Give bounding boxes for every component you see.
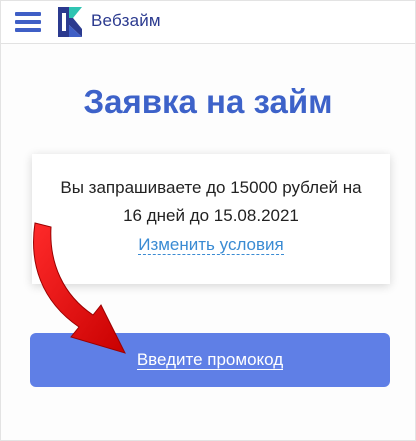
change-conditions-wrapper: Изменить условия	[32, 235, 390, 255]
page-title: Заявка на займ	[83, 83, 333, 120]
change-conditions-link[interactable]: Изменить условия	[138, 235, 284, 255]
page: Вебзайм Заявка на займ Вы запрашиваете д…	[0, 0, 416, 441]
loan-summary-line1: Вы запрашиваете до 15000 рублей на	[60, 178, 362, 197]
header-bar: Вебзайм	[1, 1, 415, 44]
logo-text-part2: займ	[121, 11, 161, 30]
enter-promo-code-button[interactable]: Введите промокод	[30, 333, 390, 387]
webzaim-logo-icon[interactable]	[55, 5, 85, 39]
logo-text-part1: Веб	[91, 11, 122, 30]
loan-summary-line2: 16 дней до 15.08.2021	[123, 206, 299, 225]
hamburger-menu-icon[interactable]	[15, 12, 41, 32]
enter-promo-code-label: Введите промокод	[136, 350, 284, 370]
logo-text[interactable]: Вебзайм	[91, 11, 161, 31]
loan-conditions-card: Вы запрашиваете до 15000 рублей на 16 дн…	[32, 154, 390, 284]
